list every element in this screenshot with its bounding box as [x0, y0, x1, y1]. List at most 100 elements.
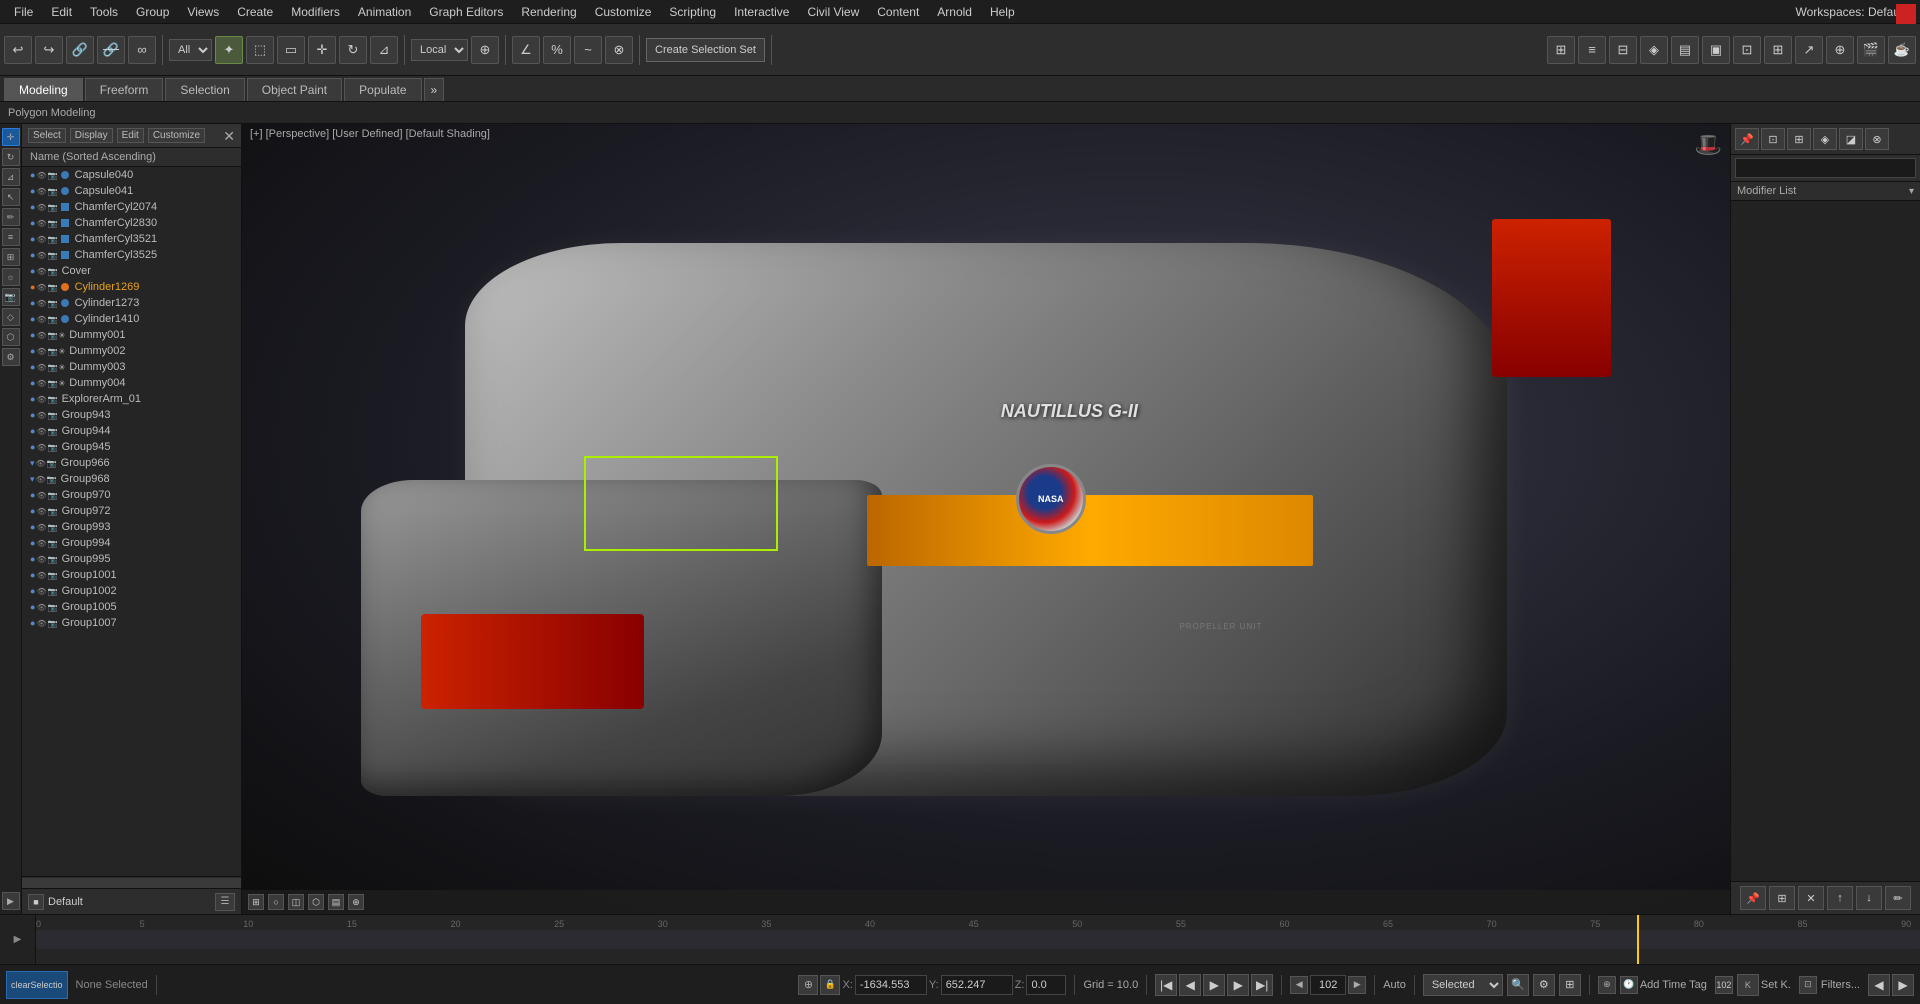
edit-filter-button[interactable]: Edit: [117, 128, 144, 143]
expand-button[interactable]: ⊞: [1559, 974, 1581, 996]
tab-object-paint[interactable]: Object Paint: [247, 78, 342, 101]
scene-item-capsule041[interactable]: ● 👁 📷 Capsule041: [22, 183, 241, 199]
track-view-button[interactable]: ▤: [1671, 36, 1699, 64]
modifier-search-input[interactable]: [1735, 158, 1916, 178]
scene-item-dummy004[interactable]: ● 👁 📷 ✳ Dummy004: [22, 375, 241, 391]
menu-graph-editors[interactable]: Graph Editors: [421, 3, 511, 21]
percent-snap-button[interactable]: %: [543, 36, 571, 64]
menu-animation[interactable]: Animation: [350, 3, 419, 21]
viewport-icon-1[interactable]: ⊞: [248, 894, 264, 910]
menu-file[interactable]: File: [6, 3, 41, 21]
render-frame-button[interactable]: ⊡: [1733, 36, 1761, 64]
select-object-button[interactable]: ✦: [215, 36, 243, 64]
menu-rendering[interactable]: Rendering: [513, 3, 584, 21]
menu-interactive[interactable]: Interactive: [726, 3, 797, 21]
scene-item-cylinder1273[interactable]: ● 👁 📷 Cylinder1273: [22, 295, 241, 311]
ref-coord-dropdown[interactable]: Local: [411, 39, 468, 61]
scene-item-cylinder1410[interactable]: ● 👁 📷 Cylinder1410: [22, 311, 241, 327]
menu-arnold[interactable]: Arnold: [929, 3, 980, 21]
scene-item-group943[interactable]: ● 👁 📷 Group943: [22, 407, 241, 423]
rp-pin-button[interactable]: 📌: [1735, 128, 1759, 150]
scene-item-group994[interactable]: ● 👁 📷 Group994: [22, 535, 241, 551]
strip-icon-helper[interactable]: ◇: [2, 308, 20, 326]
rotate-button[interactable]: ↻: [339, 36, 367, 64]
frame-current-input[interactable]: [1310, 975, 1346, 995]
filter-button[interactable]: ⊡: [1799, 976, 1817, 994]
coord-icon[interactable]: ⊕: [798, 975, 818, 995]
frame-prev-btn[interactable]: ◀: [1290, 976, 1308, 994]
strip-icon-paint[interactable]: ✏: [2, 208, 20, 226]
menu-scripting[interactable]: Scripting: [661, 3, 724, 21]
strip-icon-layer[interactable]: ≡: [2, 228, 20, 246]
scene-item-chamfercyl3525[interactable]: ● 👁 📷 ChamferCyl3525: [22, 247, 241, 263]
scene-item-group944[interactable]: ● 👁 📷 Group944: [22, 423, 241, 439]
scene-item-group970[interactable]: ● 👁 📷 Group970: [22, 487, 241, 503]
tab-extra-button[interactable]: »: [424, 78, 445, 101]
scene-item-group1007[interactable]: ● 👁 📷 Group1007: [22, 615, 241, 631]
mod-pin-button[interactable]: 📌: [1740, 886, 1766, 910]
play-button[interactable]: ▶: [1203, 974, 1225, 996]
strip-icon-grid[interactable]: ⊞: [2, 248, 20, 266]
rp-display-button[interactable]: ◪: [1839, 128, 1863, 150]
viewport-icon-3[interactable]: ◫: [288, 894, 304, 910]
scene-list-sort-header[interactable]: Name (Sorted Ascending): [22, 148, 241, 167]
menu-views[interactable]: Views: [179, 3, 227, 21]
render-button[interactable]: ▣: [1702, 36, 1730, 64]
mod-delete-button[interactable]: ✕: [1798, 886, 1824, 910]
menu-civil-view[interactable]: Civil View: [799, 3, 867, 21]
undo-button[interactable]: ↩: [4, 36, 32, 64]
material-editor-button[interactable]: ◈: [1640, 36, 1668, 64]
scale-button[interactable]: ⊿: [370, 36, 398, 64]
prev-frame-button[interactable]: ◀: [1179, 974, 1201, 996]
strip-icon-scale[interactable]: ⊿: [2, 168, 20, 186]
scene-item-cylinder1269[interactable]: ● 👁 📷 Cylinder1269: [22, 279, 241, 295]
tab-freeform[interactable]: Freeform: [85, 78, 164, 101]
tl-next-button[interactable]: ▶: [1892, 974, 1914, 996]
time-icon[interactable]: 🕐: [1620, 976, 1638, 994]
strip-icon-camera[interactable]: 📷: [2, 288, 20, 306]
move-button[interactable]: ✛: [308, 36, 336, 64]
tab-populate[interactable]: Populate: [344, 78, 421, 101]
scene-item-chamfercyl2074[interactable]: ● 👁 📷 ChamferCyl2074: [22, 199, 241, 215]
strip-icon-space[interactable]: ⬡: [2, 328, 20, 346]
add-time-tag-button[interactable]: Add Time Tag: [1640, 979, 1707, 991]
menu-edit[interactable]: Edit: [43, 3, 80, 21]
unlink-button[interactable]: 🔗: [97, 36, 125, 64]
next-frame-button[interactable]: ▶: [1227, 974, 1249, 996]
menu-customize[interactable]: Customize: [587, 3, 660, 21]
filters-label[interactable]: Filters...: [1821, 979, 1860, 991]
scene-item-chamfercyl2830[interactable]: ● 👁 📷 ChamferCyl2830: [22, 215, 241, 231]
modifier-list-dropdown[interactable]: ▾: [1909, 186, 1914, 197]
spinner-snap-button[interactable]: ~: [574, 36, 602, 64]
selected-dropdown[interactable]: Selected: [1423, 974, 1503, 996]
scene-item-capsule040[interactable]: ● 👁 📷 Capsule040: [22, 167, 241, 183]
key-mode-button[interactable]: K: [1737, 974, 1759, 996]
xref-scene-button[interactable]: ↗: [1795, 36, 1823, 64]
strip-icon-bottom[interactable]: ▶: [2, 892, 20, 910]
viewport-icon-4[interactable]: ⬡: [308, 894, 324, 910]
frame-count-input[interactable]: [1715, 976, 1733, 994]
layer-manager-button[interactable]: ≡: [1578, 36, 1606, 64]
render-settings-button[interactable]: ⊞: [1764, 36, 1792, 64]
viewport-icon-5[interactable]: ▤: [328, 894, 344, 910]
angle-snap-button[interactable]: ∠: [512, 36, 540, 64]
scene-item-group1001[interactable]: ● 👁 📷 Group1001: [22, 567, 241, 583]
schematic-view-button[interactable]: ⊟: [1609, 36, 1637, 64]
menu-content[interactable]: Content: [869, 3, 927, 21]
layer-settings-button[interactable]: ☰: [215, 893, 235, 911]
rp-bookmark-button[interactable]: ⊡: [1761, 128, 1785, 150]
search-button[interactable]: 🔍: [1507, 974, 1529, 996]
link-button[interactable]: 🔗: [66, 36, 94, 64]
scene-item-chamfercyl3521[interactable]: ● 👁 📷 ChamferCyl3521: [22, 231, 241, 247]
add-keyframe-button[interactable]: ⊕: [1598, 976, 1616, 994]
scene-item-group945[interactable]: ● 👁 📷 Group945: [22, 439, 241, 455]
select-region-button[interactable]: ⬚: [246, 36, 274, 64]
settings-button[interactable]: ⚙: [1533, 974, 1555, 996]
rp-utility-button[interactable]: ⊗: [1865, 128, 1889, 150]
bind-button[interactable]: ∞: [128, 36, 156, 64]
mod-stack-button[interactable]: ⊞: [1769, 886, 1795, 910]
xref-objects-button[interactable]: ⊕: [1826, 36, 1854, 64]
timeline-ruler[interactable]: 0 5 10 15 20 25 30 35 40 45 50 55 60 65 …: [36, 915, 1920, 964]
coord-center-button[interactable]: ⊕: [471, 36, 499, 64]
layer-color-swatch[interactable]: ■: [28, 894, 44, 910]
